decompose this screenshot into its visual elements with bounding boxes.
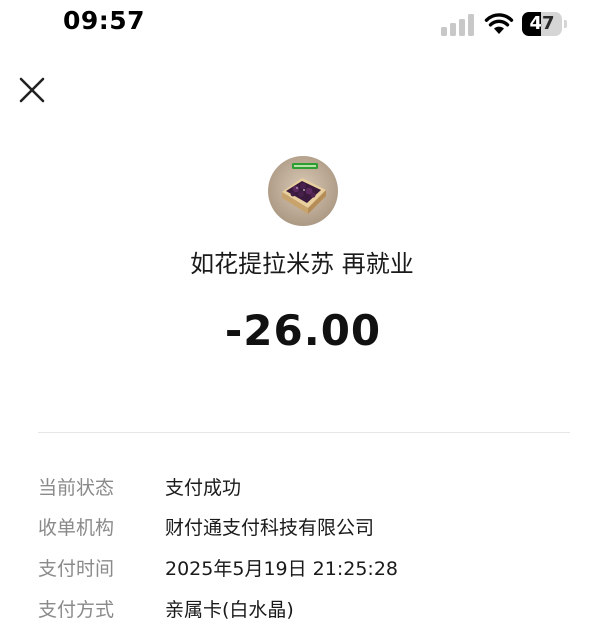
detail-label: 支付时间 [38,558,115,580]
merchant-name: 如花提拉米苏 再就业 [190,250,414,278]
detail-value: 2025年5月19日 21:25:28 [165,558,398,580]
detail-row-status: 当前状态 支付成功 [38,473,578,503]
detail-value: 支付成功 [165,477,242,499]
divider [38,432,570,433]
battery-level: 47 [529,13,555,34]
merchant-avatar-image [268,156,338,226]
detail-row-method: 支付方式 亲属卡(白水晶) [38,595,578,624]
detail-row-time: 支付时间 2025年5月19日 21:25:28 [38,554,578,584]
payment-amount: -26.00 [224,306,382,355]
close-button[interactable] [16,74,48,106]
merchant-avatar[interactable] [268,156,338,226]
wifi-icon [484,13,514,34]
battery-icon: 47 [522,12,568,36]
detail-label: 支付方式 [38,599,115,621]
detail-label: 收单机构 [38,517,115,539]
detail-label: 当前状态 [38,477,115,499]
detail-row-acquirer: 收单机构 财付通支付科技有限公司 [38,513,578,543]
status-time: 09:57 [63,6,146,35]
close-icon [19,77,45,103]
detail-value: 财付通支付科技有限公司 [165,517,375,539]
cellular-signal-icon [441,14,474,36]
detail-value: 亲属卡(白水晶) [165,599,294,621]
